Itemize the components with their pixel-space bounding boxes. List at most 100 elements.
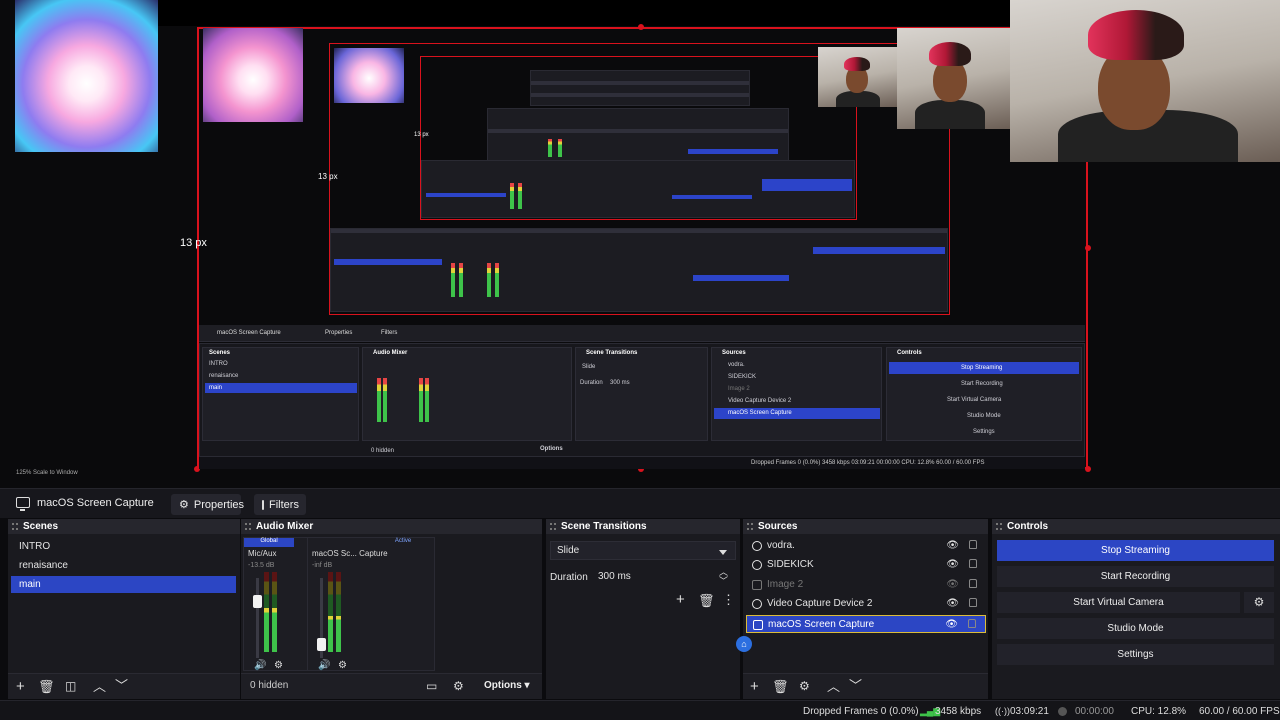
lock-icon[interactable]	[968, 619, 976, 628]
channel-label[interactable]: Mic/Aux	[248, 549, 276, 558]
audio-mixer-toolbar: 0 hidden ▭ ⚙ Options ▾	[241, 673, 542, 699]
status-bar: Dropped Frames 0 (0.0%) ▂▄▆ 3458 kbps ((…	[0, 700, 1280, 720]
add-icon[interactable]: +	[676, 592, 685, 607]
volume-slider[interactable]	[253, 578, 262, 658]
transition-select[interactable]: Slide	[550, 541, 736, 560]
distance-label: 13 px	[180, 237, 207, 249]
eye-icon[interactable]: 👁	[946, 540, 959, 551]
studio-mode-button[interactable]: Studio Mode	[997, 618, 1274, 639]
settings-button[interactable]: Settings	[997, 644, 1274, 665]
webcam-feed	[818, 47, 897, 107]
nested-duration: 300 ms	[610, 380, 630, 386]
stop-streaming-button[interactable]: Stop Streaming	[997, 540, 1274, 561]
options-button[interactable]: Options ▾	[484, 680, 530, 691]
duration-label: Duration	[550, 572, 588, 583]
preview-black-bar	[158, 0, 1010, 26]
scene-item-renaisance[interactable]: renaisance	[11, 557, 236, 574]
settings-icon[interactable]: ⚙	[338, 660, 347, 671]
lock-icon[interactable]	[969, 598, 977, 607]
hidden-count: 0 hidden	[250, 680, 289, 691]
resize-handle[interactable]	[1085, 245, 1091, 251]
properties-button[interactable]: ⚙ Properties	[171, 494, 245, 515]
virtual-camera-settings-button[interactable]: ⚙	[1244, 592, 1274, 613]
level-meter	[328, 572, 333, 652]
volume-slider[interactable]	[317, 578, 326, 658]
duration-input[interactable]: 300 ms ︿ ﹀	[595, 567, 736, 587]
selected-source-name: macOS Screen Capture	[37, 497, 154, 509]
channel-db: -13.5 dB	[248, 562, 275, 569]
spin-down-icon[interactable]: ﹀	[719, 577, 728, 586]
chevron-down-icon[interactable]: ﹀	[115, 679, 128, 692]
eye-icon[interactable]: 👁	[946, 559, 959, 570]
audio-mixer-title[interactable]: Audio Mixer	[241, 519, 542, 534]
speaker-icon[interactable]: 🔊	[318, 660, 330, 671]
obs-window: 13 px 13 px 13 px macOS Screen Capture P…	[0, 0, 1280, 720]
volume-slider-knob[interactable]	[317, 638, 326, 652]
filter-icon[interactable]: ◫	[65, 680, 76, 692]
drag-grip-icon	[550, 523, 556, 530]
properties-label: Properties	[193, 498, 245, 511]
resize-handle[interactable]	[1085, 466, 1091, 472]
start-virtual-camera-button[interactable]: Start Virtual Camera	[997, 592, 1240, 613]
nested-filters: Filters	[381, 330, 398, 336]
controls-title[interactable]: Controls	[992, 519, 1280, 534]
filters-label: Filters	[269, 498, 299, 511]
eye-icon[interactable]: 👁	[945, 619, 958, 630]
more-icon[interactable]: ⋮	[722, 593, 735, 606]
volume-slider-knob[interactable]	[253, 594, 262, 608]
trash-icon[interactable]: 🗑	[698, 594, 715, 607]
source-item-vodra[interactable]: vodra. 👁	[746, 537, 986, 555]
cpu-usage: CPU: 12.8%	[1131, 706, 1187, 717]
sources-title[interactable]: Sources	[743, 519, 988, 534]
source-toolbar: macOS Screen Capture ⚙ Properties Filter…	[0, 488, 1280, 518]
drag-grip-icon	[747, 523, 753, 530]
layout-icon[interactable]: ▭	[426, 680, 437, 692]
chevron-down-icon	[719, 550, 727, 555]
filters-button[interactable]: Filters	[254, 494, 306, 515]
scenes-dock: Scenes INTRO renaisance main + 🗑 ◫ ︿ ﹀	[8, 519, 240, 699]
add-icon[interactable]: +	[16, 679, 25, 694]
webcam-feed	[1010, 0, 1280, 162]
monitor-icon	[753, 620, 763, 630]
nested-source: macOS Screen Capture	[728, 410, 792, 416]
start-recording-button[interactable]: Start Recording	[997, 566, 1274, 587]
trash-icon[interactable]: 🗑	[38, 680, 55, 693]
gear-icon: ⚙	[179, 499, 189, 511]
chevron-up-icon[interactable]: ︿	[93, 680, 106, 693]
lock-icon[interactable]	[969, 579, 977, 588]
gear-icon[interactable]: ⚙	[453, 680, 464, 692]
level-meter	[336, 572, 341, 652]
nested-preview	[330, 228, 948, 312]
source-item-macos-screen-capture[interactable]: macOS Screen Capture 👁	[746, 615, 986, 633]
scene-item-main[interactable]: main	[11, 576, 236, 593]
lock-icon[interactable]	[969, 559, 977, 568]
lock-icon[interactable]	[969, 540, 977, 549]
scene-transitions-title[interactable]: Scene Transitions	[546, 519, 740, 534]
resize-handle[interactable]	[638, 24, 644, 30]
source-item-sidekick[interactable]: SIDEKICK 👁	[746, 556, 986, 574]
channel-label[interactable]: macOS Sc... Capture	[312, 549, 388, 558]
sources-dock: Sources vodra. 👁 SIDEKICK 👁 Image 2 👁 Vi…	[743, 519, 988, 699]
eye-icon[interactable]: 👁	[946, 598, 959, 609]
source-item-image-2[interactable]: Image 2 👁	[746, 576, 986, 594]
scenes-dock-title[interactable]: Scenes	[8, 519, 240, 534]
chevron-down-icon[interactable]: ﹀	[849, 679, 862, 692]
dropped-frames: Dropped Frames 0 (0.0%)	[803, 706, 919, 717]
add-icon[interactable]: +	[750, 679, 759, 694]
gear-icon[interactable]: ⚙	[799, 680, 810, 692]
trash-icon[interactable]: 🗑	[772, 680, 789, 693]
options-label: Options	[484, 680, 522, 691]
nested-preview	[421, 160, 855, 218]
nested-source: vodra.	[728, 362, 745, 368]
nested-control: Stop Streaming	[961, 365, 1003, 371]
speaker-icon[interactable]: 🔊	[254, 660, 266, 671]
bitrate: 3458 kbps	[935, 706, 982, 717]
preview-canvas[interactable]: 13 px 13 px 13 px macOS Screen Capture P…	[0, 0, 1280, 488]
source-item-video-capture[interactable]: Video Capture Device 2 👁	[746, 595, 986, 613]
settings-icon[interactable]: ⚙	[274, 660, 283, 671]
pin-icon[interactable]: ⌂	[736, 636, 752, 652]
chevron-up-icon[interactable]: ︿	[827, 680, 840, 693]
scene-item-intro[interactable]: INTRO	[11, 538, 236, 555]
drag-grip-icon	[12, 523, 18, 530]
eye-off-icon[interactable]: 👁	[946, 579, 959, 590]
